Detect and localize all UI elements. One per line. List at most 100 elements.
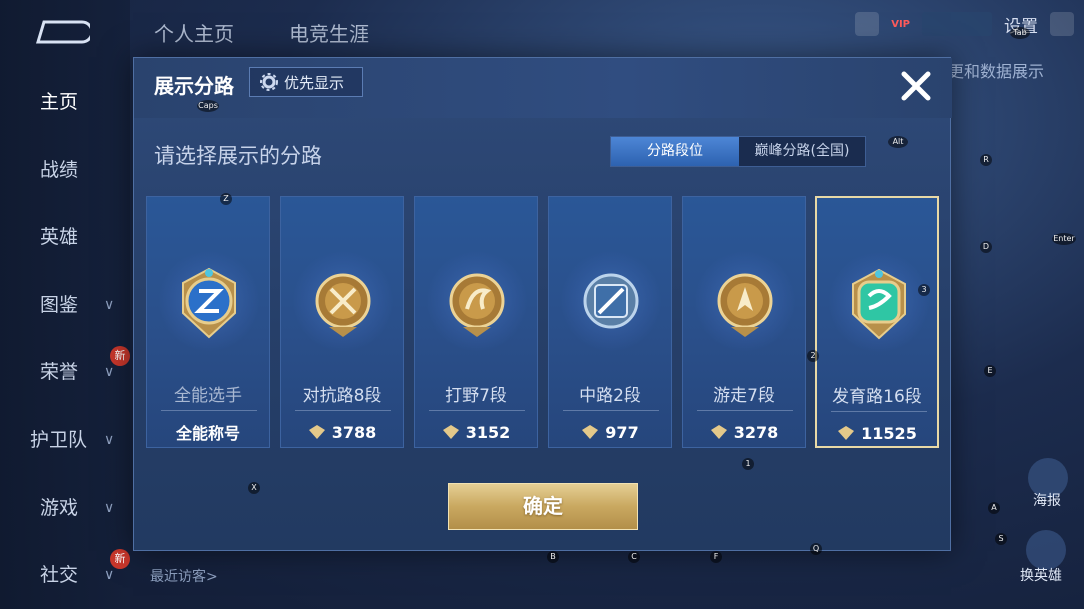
card-foot: 3788 <box>281 415 403 449</box>
priority-label: 优先显示 <box>284 73 345 92</box>
poster-label: 海报 <box>1033 493 1061 509</box>
roam-emblem-icon <box>717 273 773 337</box>
tab-esports[interactable]: 电竞生涯 <box>289 18 369 47</box>
collapse-icon[interactable] <box>1050 12 1074 36</box>
key-hint: X <box>248 482 260 494</box>
toggle-peak-lane[interactable]: 巅峰分路(全国) <box>739 137 865 166</box>
tab-profile[interactable]: 个人主页 <box>154 18 234 47</box>
farm-lane-emblem-icon <box>852 268 906 340</box>
card-foot: 977 <box>549 415 671 449</box>
divider <box>563 410 659 411</box>
card-score: 3152 <box>465 422 511 442</box>
key-hint: Enter <box>1052 233 1076 245</box>
nav-item-honor[interactable]: 荣誉 ∨ 新 <box>0 346 130 392</box>
display-lane-dialog: 展示分路 优先显示 请选择展示的分路 分路段位 巅峰分路(全国) 全能选手 全能… <box>133 57 952 551</box>
new-badge: 新 <box>110 346 130 366</box>
recent-visitors[interactable]: 最近访客> <box>150 566 218 586</box>
card-role: 打野7段 <box>445 386 507 406</box>
key-hint: F <box>710 551 722 563</box>
key-hint: B <box>547 551 559 563</box>
dialog-title: 展示分路 <box>154 74 234 98</box>
key-hint: Z <box>220 193 232 205</box>
nav-label: 社交 <box>40 564 79 586</box>
change-hero-button[interactable] <box>1026 530 1066 570</box>
score-icon <box>442 425 459 439</box>
card-role: 发育路16段 <box>832 387 922 407</box>
lane-card-farm[interactable]: 发育路16段 11525 <box>815 196 939 448</box>
key-hint: S <box>995 533 1007 545</box>
card-role: 全能选手 <box>174 386 242 406</box>
emblem-glow <box>695 251 795 351</box>
card-score: 3788 <box>331 422 377 442</box>
key-hint: E <box>984 365 996 377</box>
close-icon[interactable] <box>894 64 938 108</box>
dialog-subtitle: 请选择展示的分路 <box>154 144 322 168</box>
nav-item-social[interactable]: 社交 ∨ 新 <box>0 549 130 595</box>
mid-lane-emblem-icon <box>583 273 639 329</box>
background-text: 更和数据展示 <box>947 62 1044 81</box>
card-foot: 3278 <box>683 415 805 449</box>
nav-label: 荣誉 <box>40 361 79 383</box>
nav-label: 图鉴 <box>40 294 79 316</box>
key-hint: Caps <box>197 100 219 112</box>
chevron-down-icon: ∨ <box>104 500 115 516</box>
divider <box>295 410 391 411</box>
key-hint: Tab <box>1010 27 1030 39</box>
nav-item-guard[interactable]: 护卫队 ∨ <box>0 420 130 460</box>
key-hint: A <box>988 502 1000 514</box>
nav-item-codex[interactable]: 图鉴 ∨ <box>0 285 130 325</box>
card-role: 中路2段 <box>579 386 641 406</box>
score-icon <box>582 425 599 439</box>
card-foot-text: 全能称号 <box>175 424 240 443</box>
gear-icon <box>260 73 278 91</box>
mail-indicator[interactable] <box>922 12 992 36</box>
emblem-glow <box>829 252 929 352</box>
left-nav: 主页 战绩 英雄 图鉴 ∨ 荣誉 ∨ 新 护卫队 ∨ 游戏 ∨ 社交 ∨ 新 <box>0 0 130 609</box>
priority-display-button[interactable]: 优先显示 <box>249 67 363 97</box>
card-score: 977 <box>605 422 639 442</box>
lane-card-clash[interactable]: 对抗路8段 3788 <box>280 196 404 448</box>
card-foot: 3152 <box>415 415 537 449</box>
key-hint: D <box>980 241 992 253</box>
card-score: 3278 <box>733 422 779 442</box>
key-hint: 1 <box>742 458 754 470</box>
nav-item-game[interactable]: 游戏 ∨ <box>0 488 130 528</box>
card-foot: 11525 <box>817 416 937 450</box>
divider <box>429 410 525 411</box>
nav-item-record[interactable]: 战绩 <box>0 150 130 190</box>
card-score: 11525 <box>861 423 917 443</box>
nav-label: 护卫队 <box>30 429 88 451</box>
top-right-bar: VIP 设置 <box>855 6 1074 42</box>
key-hint: Q <box>810 543 822 555</box>
key-hint: 2 <box>807 350 819 362</box>
card-role: 游走7段 <box>713 386 775 406</box>
score-icon <box>308 425 325 439</box>
jungle-emblem-icon <box>449 273 505 337</box>
emblem-glow <box>561 251 661 351</box>
key-hint: Alt <box>888 136 908 148</box>
toggle-lane-rank[interactable]: 分路段位 <box>611 137 739 166</box>
lane-card-roam[interactable]: 游走7段 3278 <box>682 196 806 448</box>
nav-label: 英雄 <box>40 226 79 248</box>
lane-card-jungle[interactable]: 打野7段 3152 <box>414 196 538 448</box>
new-badge: 新 <box>110 549 130 569</box>
allround-emblem-icon <box>182 267 236 339</box>
lane-card-mid[interactable]: 中路2段 977 <box>548 196 672 448</box>
lane-mode-toggle: 分路段位 巅峰分路(全国) <box>610 136 866 167</box>
nav-item-heroes[interactable]: 英雄 <box>0 217 130 257</box>
notification-icon[interactable] <box>855 12 880 36</box>
key-hint: 3 <box>918 284 930 296</box>
chevron-down-icon: ∨ <box>104 432 115 448</box>
lane-card-allround[interactable]: 全能选手 全能称号 <box>146 196 270 448</box>
vip-badge[interactable]: VIP <box>891 19 910 30</box>
divider <box>697 410 793 411</box>
confirm-button[interactable]: 确定 <box>448 483 638 530</box>
back-icon[interactable] <box>34 18 90 46</box>
key-hint: R <box>980 154 992 166</box>
card-foot: 全能称号 <box>147 415 269 449</box>
score-icon <box>838 426 855 440</box>
nav-item-home[interactable]: 主页 <box>0 82 130 122</box>
emblem-glow <box>427 251 527 351</box>
change-hero-label: 换英雄 <box>1020 568 1062 584</box>
emblem-glow <box>159 251 259 351</box>
